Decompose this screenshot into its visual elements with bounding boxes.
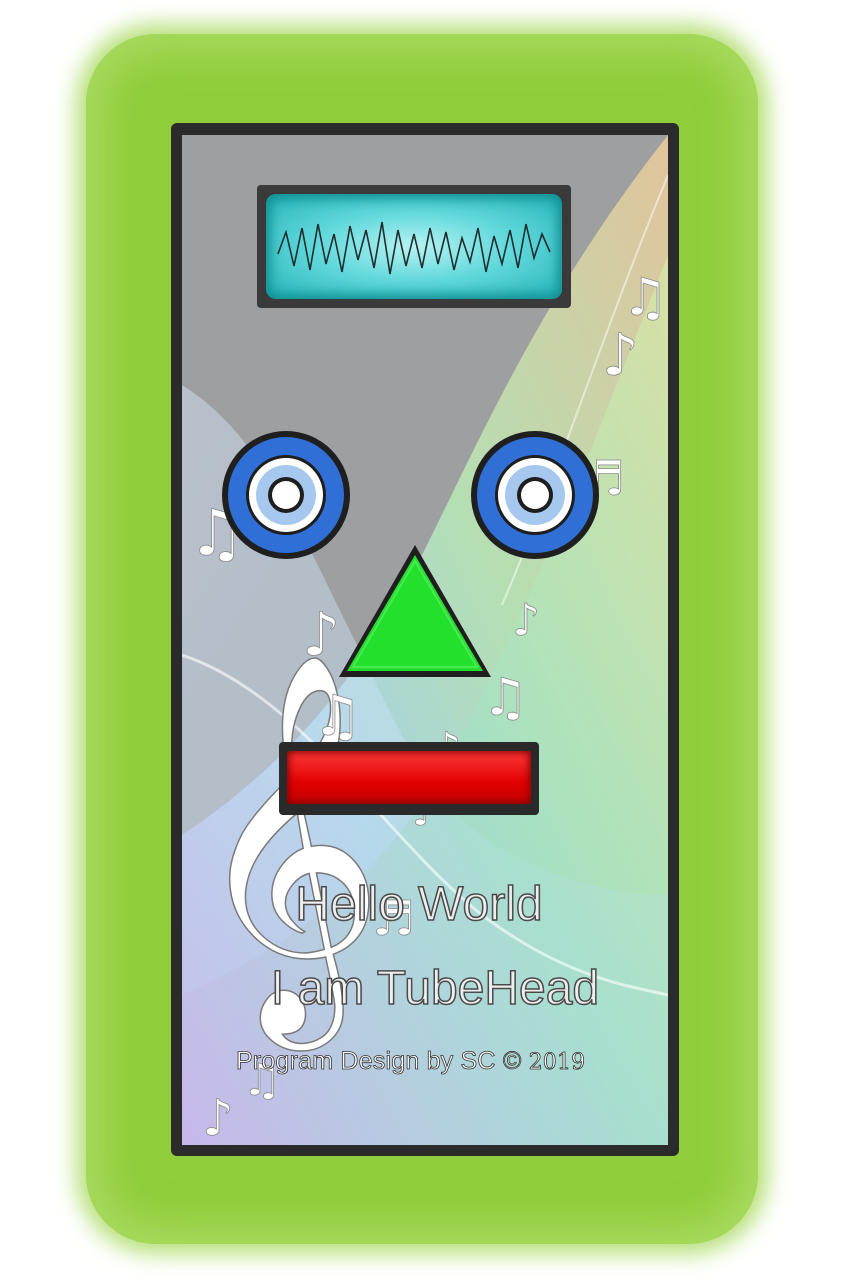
svg-text:♪: ♪ bbox=[202, 1089, 234, 1145]
copyright-year: 2019 bbox=[528, 1050, 586, 1076]
svg-text:♫: ♫ bbox=[312, 684, 362, 749]
credit-label: Program Design by SC bbox=[236, 1047, 496, 1076]
copyright-symbol: © bbox=[502, 1047, 522, 1076]
greeting-line-2: I am TubeHead bbox=[270, 961, 600, 1016]
mouth-bar-icon bbox=[279, 742, 539, 815]
robot-face: 𝄞 ♫ ♪ ♫ ♪ ♫ ♬ ♫ ♪ ♬ ♩ ♪ ♪ ♫ bbox=[182, 135, 668, 1145]
oscilloscope-display bbox=[257, 185, 571, 308]
svg-text:♫: ♫ bbox=[622, 268, 668, 328]
oscilloscope-screen bbox=[266, 194, 562, 299]
greeting-line-1: Hello World bbox=[295, 877, 544, 932]
svg-text:♪: ♪ bbox=[512, 595, 540, 646]
nose-triangle-icon bbox=[339, 545, 491, 677]
svg-text:♪: ♪ bbox=[302, 600, 340, 670]
right-eye-icon bbox=[471, 431, 599, 559]
waveform-icon bbox=[277, 221, 551, 275]
credit-text: Program Design by SC © 2019 bbox=[236, 1047, 586, 1076]
svg-text:♪: ♪ bbox=[602, 321, 639, 389]
left-eye-icon bbox=[222, 431, 350, 559]
